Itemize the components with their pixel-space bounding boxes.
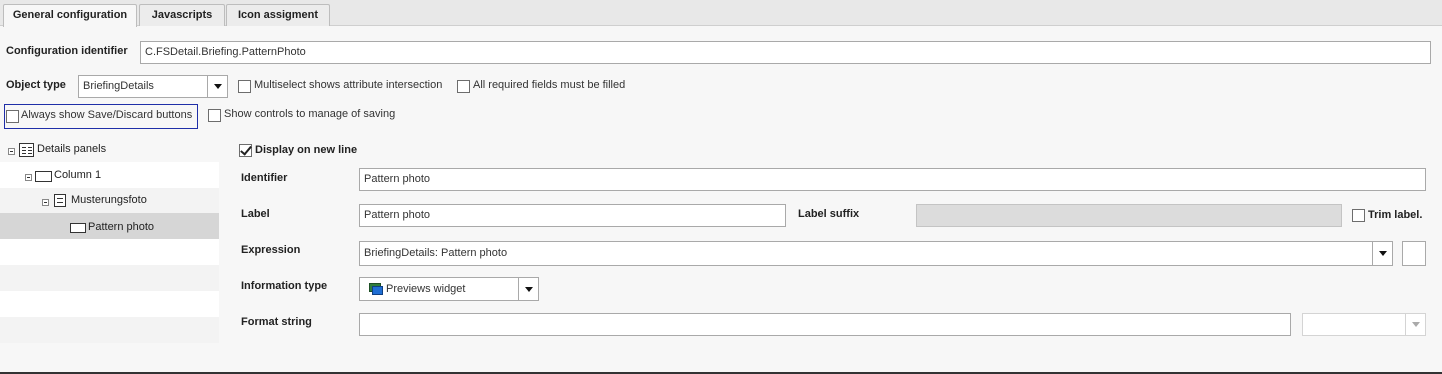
collapse-icon[interactable] <box>25 174 32 181</box>
format-string-select[interactable] <box>1302 313 1426 336</box>
information-type-label: Information type <box>241 280 328 292</box>
display-new-line-checkbox[interactable] <box>239 144 252 157</box>
display-new-line-label: Display on new line <box>255 144 358 156</box>
tree-item-details-panels[interactable]: Details panels <box>0 136 219 162</box>
information-type-value: Previews widget <box>386 283 466 295</box>
object-type-label: Object type <box>6 79 66 91</box>
configuration-identifier-input[interactable]: C.FSDetail.Briefing.PatternPhoto <box>140 41 1431 64</box>
tree-item-label: Pattern photo <box>88 221 155 233</box>
show-controls-checkbox[interactable] <box>208 109 221 122</box>
multiselect-label: Multiselect shows attribute intersection <box>254 79 443 91</box>
tree-item-column-1[interactable]: Column 1 <box>0 162 219 188</box>
field-icon <box>70 223 86 233</box>
panel-grid-icon <box>19 143 34 157</box>
tree-item-label: Details panels <box>37 143 107 155</box>
identifier-label: Identifier <box>241 172 288 184</box>
object-type-dropdown-button[interactable] <box>207 76 227 97</box>
chevron-down-icon <box>1378 251 1387 256</box>
collapse-icon[interactable] <box>8 148 15 155</box>
information-type-dropdown-button[interactable] <box>518 278 538 300</box>
expression-label: Expression <box>241 244 301 256</box>
tree-item-musterungsfoto[interactable]: Musterungsfoto <box>0 188 219 214</box>
trim-label-checkbox[interactable] <box>1352 209 1365 222</box>
object-type-select[interactable]: BriefingDetails <box>78 75 228 98</box>
expression-extra-button[interactable] <box>1402 241 1426 266</box>
label-suffix-input[interactable] <box>916 204 1342 227</box>
trim-label-text: Trim label. <box>1368 209 1423 221</box>
tree-empty-row <box>0 239 219 265</box>
chevron-down-icon <box>524 286 533 292</box>
always-save-label: Always show Save/Discard buttons <box>21 109 193 121</box>
column-icon <box>35 171 52 182</box>
required-fields-label: All required fields must be filled <box>473 79 626 91</box>
chevron-down-icon <box>213 84 222 89</box>
expression-value: BriefingDetails: Pattern photo <box>364 247 508 259</box>
tab-icon-assigment[interactable]: Icon assigment <box>226 4 330 26</box>
multiselect-checkbox[interactable] <box>238 80 251 93</box>
tree-item-label: Musterungsfoto <box>71 194 147 206</box>
format-string-label: Format string <box>241 316 312 328</box>
tree-empty-row <box>0 291 219 317</box>
show-controls-label: Show controls to manage of saving <box>224 108 396 120</box>
label-suffix-label: Label suffix <box>798 208 860 220</box>
identifier-input[interactable]: Pattern photo <box>359 168 1426 191</box>
chevron-down-icon <box>1411 322 1420 327</box>
tab-general-configuration[interactable]: General configuration <box>3 4 137 27</box>
previews-widget-icon <box>369 283 383 295</box>
tree-item-label: Column 1 <box>54 169 102 181</box>
tree-empty-row <box>0 317 219 343</box>
tab-javascripts[interactable]: Javascripts <box>139 4 225 26</box>
required-fields-checkbox[interactable] <box>457 80 470 93</box>
document-icon <box>54 194 66 207</box>
configuration-identifier-label: Configuration identifier <box>6 45 128 57</box>
object-type-value: BriefingDetails <box>83 80 154 92</box>
information-type-select[interactable]: Previews widget <box>359 277 539 301</box>
tree-empty-row <box>0 265 219 291</box>
tab-bar: General configuration Javascripts Icon a… <box>0 0 1442 27</box>
tree-item-pattern-photo[interactable]: Pattern photo <box>0 213 219 239</box>
format-string-input[interactable] <box>359 313 1291 336</box>
always-save-checkbox[interactable] <box>6 110 19 123</box>
label-input[interactable]: Pattern photo <box>359 204 786 227</box>
format-string-dropdown-button[interactable] <box>1405 314 1425 335</box>
label-label: Label <box>241 208 270 220</box>
expression-select[interactable]: BriefingDetails: Pattern photo <box>359 241 1393 266</box>
expression-dropdown-button[interactable] <box>1372 242 1392 265</box>
collapse-icon[interactable] <box>42 199 49 206</box>
